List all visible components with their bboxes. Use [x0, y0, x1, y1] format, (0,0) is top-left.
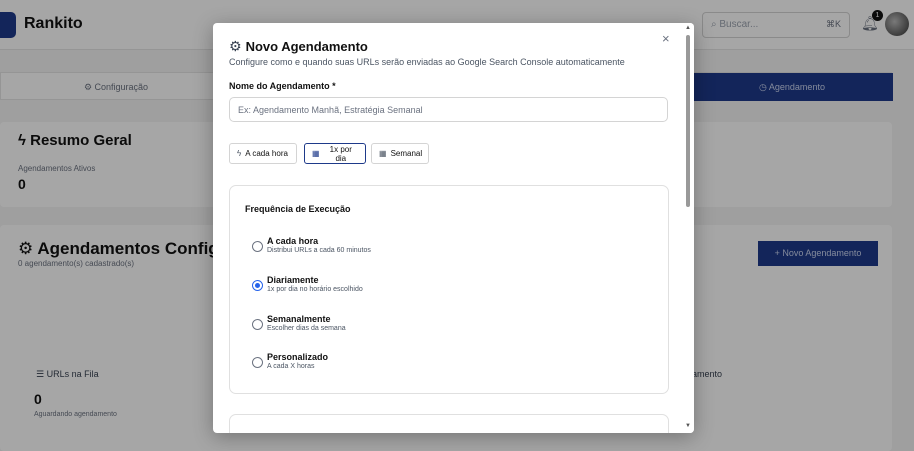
- new-schedule-modal: ⚙ Novo Agendamento Configure como e quand…: [213, 23, 694, 433]
- gear-icon: ⚙: [229, 38, 242, 54]
- modal-description: Configure como e quando suas URLs serão …: [229, 57, 625, 67]
- close-icon[interactable]: ×: [662, 31, 670, 46]
- bolt-icon: ϟ: [237, 149, 242, 158]
- name-label: Nome do Agendamento *: [229, 81, 336, 91]
- radio-daily[interactable]: [252, 280, 263, 291]
- scroll-up-arrow-icon[interactable]: ▲: [685, 25, 691, 31]
- quick-button-label: A cada hora: [245, 149, 288, 158]
- radio-weekly[interactable]: [252, 319, 263, 330]
- option-title: Diariamente: [267, 275, 319, 285]
- calendar-icon: ▦: [379, 149, 387, 158]
- option-desc: Escolher dias da semana: [267, 325, 346, 332]
- schedule-name-input[interactable]: [229, 97, 668, 122]
- radio-custom[interactable]: [252, 357, 263, 368]
- next-section-card: [229, 414, 669, 433]
- frequency-title: Frequência de Execução: [245, 204, 351, 214]
- option-desc: Distribui URLs a cada 60 minutos: [267, 247, 371, 254]
- scroll-thumb[interactable]: [686, 35, 690, 207]
- option-desc: 1x por dia no horário escolhido: [267, 286, 363, 293]
- option-title: A cada hora: [267, 236, 319, 246]
- calendar-icon: ▦: [312, 149, 320, 158]
- modal-title-text: Novo Agendamento: [245, 39, 368, 54]
- quick-button-label: Semanal: [390, 149, 423, 158]
- scroll-down-arrow-icon[interactable]: ▼: [685, 423, 691, 429]
- option-title: Semanalmente: [267, 314, 331, 324]
- radio-hourly[interactable]: [252, 241, 263, 252]
- quick-button-label: 1x por dia: [329, 144, 352, 163]
- frequency-card: Frequência de Execução A cada hora Distr…: [229, 185, 669, 394]
- quick-daily-button[interactable]: ▦ 1x por dia: [304, 143, 366, 164]
- quick-hourly-button[interactable]: ϟA cada hora: [229, 143, 297, 164]
- modal-title: ⚙ Novo Agendamento: [229, 38, 368, 55]
- quick-weekly-button[interactable]: ▦ Semanal: [371, 143, 429, 164]
- option-title: Personalizado: [267, 352, 329, 362]
- option-desc: A cada X horas: [267, 363, 315, 370]
